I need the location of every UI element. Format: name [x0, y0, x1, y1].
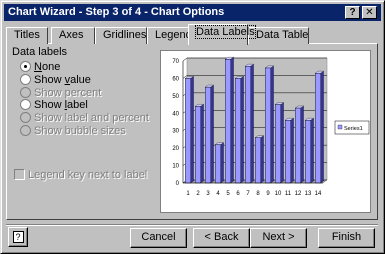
radio-icon: [20, 74, 31, 85]
bar: [285, 120, 291, 184]
tab-label: Data Table: [256, 29, 309, 41]
x-tick-label: 12: [295, 191, 302, 197]
radio-show-label[interactable]: Show label: [20, 99, 88, 112]
next-button[interactable]: Next >: [250, 228, 307, 248]
radio-show-bubble-sizes: Show bubble sizes: [20, 125, 126, 138]
tab-gridlines[interactable]: Gridlines: [95, 27, 147, 44]
x-tick-label: 14: [315, 191, 322, 197]
bar: [235, 78, 241, 184]
tab-label: Data Labels: [195, 25, 256, 39]
bar-side: [220, 142, 224, 184]
close-button[interactable]: ✕: [362, 6, 377, 19]
radio-label: None: [34, 61, 61, 73]
bar: [185, 78, 191, 184]
bar: [195, 106, 201, 184]
tab-data-table[interactable]: Data Table: [248, 27, 309, 44]
x-tick-label: 9: [266, 191, 270, 197]
y-tick-label: 50: [172, 94, 179, 100]
radio-label: Show label: [34, 99, 88, 111]
radio-icon: [20, 125, 31, 136]
checkbox-icon: [14, 169, 25, 180]
bar-side: [230, 56, 234, 184]
tab-axes[interactable]: Axes: [51, 27, 95, 44]
bar-side: [300, 105, 304, 184]
bar-side: [290, 117, 294, 184]
y-tick-label: 40: [172, 111, 179, 117]
radio-label: Show value: [34, 74, 91, 86]
x-tick-label: 13: [305, 191, 312, 197]
x-tick-label: 8: [256, 191, 260, 197]
tab-label: Titles: [14, 29, 40, 41]
chart-preview: 0 10 20 30 40 50 60 70 1 2 3 4 5 6 7 8 9 10 11 12 13 14 Series…: [160, 50, 371, 213]
bar: [275, 104, 281, 184]
bar: [295, 107, 301, 184]
bar: [225, 59, 231, 184]
x-tick-label: 7: [246, 191, 250, 197]
bar-side: [320, 70, 324, 184]
radio-label: Show label and percent: [34, 112, 149, 124]
tab-data-labels[interactable]: Data Labels: [188, 24, 256, 45]
help-button[interactable]: ?: [8, 227, 28, 247]
radio-icon: [20, 99, 31, 110]
radio-show-value[interactable]: Show value: [20, 74, 91, 87]
dialog-title: Chart Wizard - Step 3 of 4 - Chart Optio…: [8, 6, 225, 18]
data-labels-group-label: Data labels: [12, 46, 68, 58]
x-tick-label: 10: [275, 191, 282, 197]
finish-button[interactable]: Finish: [318, 228, 375, 248]
y-tick-label: 60: [172, 76, 179, 82]
x-tick-label: 11: [285, 191, 292, 197]
radio-checked-icon: [20, 61, 31, 72]
bar-side: [270, 65, 274, 184]
cancel-button[interactable]: Cancel: [130, 228, 187, 248]
x-tick-label: 3: [206, 191, 210, 197]
radio-label: Show bubble sizes: [34, 125, 126, 137]
legend-swatch: [337, 124, 343, 130]
radio-icon: [20, 87, 31, 98]
y-tick-label: 70: [172, 59, 179, 65]
radio-icon: [20, 112, 31, 123]
back-button[interactable]: < Back: [193, 228, 250, 248]
tab-strip: Titles Axes Gridlines Legend Data Labels…: [6, 24, 378, 45]
bar: [315, 73, 321, 184]
bar-side: [190, 76, 194, 184]
chart-svg: 0102030405060701 2 3 4 5 6 7 8 9 10 11 12 13 14Series…: [172, 56, 370, 197]
x-tick-label: 4: [216, 191, 220, 197]
bar: [215, 144, 221, 184]
radio-show-label-and-percent: Show label and percent: [20, 112, 149, 125]
radio-none[interactable]: None: [20, 61, 60, 74]
help-title-button[interactable]: ?: [345, 6, 360, 19]
button-bar-divider: [6, 224, 378, 226]
tab-titles[interactable]: Titles: [6, 27, 48, 44]
bar: [255, 137, 261, 184]
bar-side: [260, 135, 264, 184]
x-tick-label: 1: [186, 191, 190, 197]
x-tick-label: 6: [236, 191, 240, 197]
tab-label: Axes: [59, 29, 84, 41]
y-tick-label: 30: [172, 129, 179, 135]
bar-side: [200, 103, 204, 184]
x-tick-label: 5: [226, 191, 230, 197]
bar-side: [310, 117, 314, 184]
tab-label: Gridlines: [103, 29, 147, 41]
checkbox-label: Legend key next to label: [28, 169, 148, 181]
tab-label: Legend: [155, 29, 192, 41]
bar: [205, 86, 211, 184]
bar-side: [240, 76, 244, 184]
legend-label: Series1: [344, 126, 363, 132]
title-bar: Chart Wizard - Step 3 of 4 - Chart Optio…: [4, 4, 381, 21]
bar: [245, 66, 251, 184]
tab-legend[interactable]: Legend: [147, 27, 192, 44]
bar-side: [210, 84, 214, 184]
y-tick-label: 10: [172, 164, 179, 170]
radio-label: Show percent: [34, 87, 102, 99]
y-tick-label: 20: [172, 146, 179, 152]
bar-side: [280, 102, 284, 184]
help-icon: ?: [12, 231, 24, 243]
y-tick-label: 0: [176, 181, 180, 187]
bar: [265, 67, 271, 184]
bar: [305, 120, 311, 184]
x-tick-label: 2: [196, 191, 200, 197]
bar-side: [250, 63, 254, 184]
legend-key-checkbox: Legend key next to label: [14, 169, 147, 181]
